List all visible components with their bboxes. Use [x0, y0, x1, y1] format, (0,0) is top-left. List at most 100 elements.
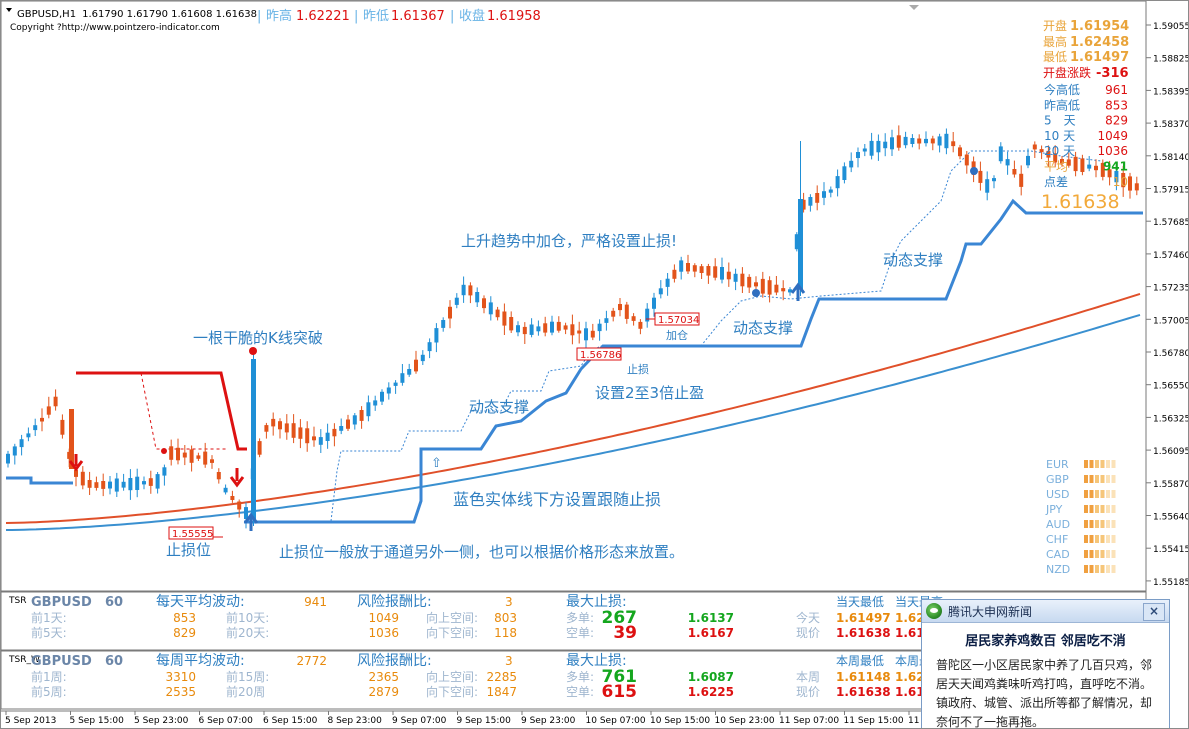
strength-bar [1095, 520, 1099, 528]
candle-body [890, 137, 894, 150]
candle-body [332, 428, 337, 437]
candle-body [536, 326, 541, 332]
strength-bar [1084, 565, 1088, 573]
panel-right-value: 1.61148 [836, 670, 891, 684]
panel-avg-label: 每天平均波动: [156, 594, 245, 610]
trading-terminal-window: 1.59055 1.58825 1.58395 1.58370 1.58140 1.579… [0, 0, 1189, 729]
candle-body [169, 446, 174, 460]
annotation-uptrend: 上升趋势中加仓，严格设置止损! [461, 232, 677, 250]
candle-body [407, 369, 412, 375]
popup-close-button[interactable]: × [1143, 603, 1165, 621]
info-row-label: 10 天 [1044, 129, 1075, 143]
panel-long-price: 1.6087 [688, 670, 734, 684]
candle-body [828, 189, 833, 193]
strength-bar [1106, 520, 1110, 528]
info-open-value: 1.61954 [1070, 19, 1129, 34]
strength-bar [1111, 535, 1116, 543]
candle-body [597, 323, 602, 332]
popup-headline[interactable]: 居民家养鸡数百 邻居吃不消 [922, 630, 1169, 649]
panel-avg-value: 2772 [296, 654, 327, 668]
currency-label: CHF [1046, 533, 1068, 546]
price-tick-label: 1.57235 [1153, 284, 1189, 294]
price-tick-label: 1.55415 [1153, 545, 1189, 555]
panel-right-label: 现价 [796, 685, 820, 699]
candle-body [482, 298, 486, 309]
candle-body [1019, 173, 1024, 187]
candle-body [108, 481, 112, 489]
candle-body [740, 273, 745, 287]
candle-body [930, 138, 935, 144]
currency-label: CAD [1046, 548, 1070, 561]
candle-body [883, 141, 888, 149]
stat-value-yesterday-low: 1.61367 [391, 9, 445, 24]
strength-bar [1106, 535, 1110, 543]
time-tick-label: 11 Sep 15:00 [844, 716, 904, 726]
candle-body [917, 138, 922, 144]
info-current-price: 1.61638 [1041, 191, 1120, 213]
strength-bar [1100, 460, 1105, 468]
strength-bar [1111, 520, 1116, 528]
candle-body [522, 326, 527, 335]
panel-stat-label: 前5周: [31, 684, 67, 699]
candle-body [189, 449, 194, 463]
info-change-label: 开盘涨跌 [1043, 65, 1091, 80]
price-tick-label: 1.58825 [1153, 55, 1189, 65]
info-row-label: 今高低 [1044, 82, 1080, 97]
panel-stat-label: 前5天: [31, 625, 67, 640]
panel-stat-label: 前20周 [226, 684, 265, 699]
panel-stat-value: 829 [173, 626, 196, 640]
popup-titlebar: 腾讯大申网新闻 × [922, 600, 1169, 623]
strength-bar [1095, 460, 1099, 468]
panel-right-value: 1.61638 [836, 685, 891, 699]
price-tick-label: 1.57685 [1153, 218, 1189, 228]
strength-bar [1095, 490, 1099, 498]
news-popup[interactable]: 腾讯大申网新闻 × 居民家养鸡数百 邻居吃不消 普陀区一小区居民家中养了几百只鸡… [921, 599, 1170, 728]
info-row-value: 829 [1105, 114, 1128, 128]
candle-body [257, 441, 262, 455]
panel-tag: TSR [8, 596, 26, 606]
candle-body [155, 474, 160, 489]
strength-bar [1100, 550, 1105, 558]
candle-body [896, 135, 901, 148]
signal-dot-2 [752, 289, 760, 297]
strength-bar [1089, 460, 1094, 468]
candle-body [40, 417, 44, 422]
price-tick-label: 1.59055 [1153, 22, 1189, 32]
candle-body [958, 147, 962, 157]
strength-bar [1089, 490, 1094, 498]
candle-body [380, 391, 384, 402]
candle-body [162, 467, 167, 476]
strength-bar [1106, 505, 1110, 513]
candle-body [182, 452, 187, 458]
svg-text:1.57034: 1.57034 [658, 315, 699, 326]
panel-right-label: 本周 [796, 670, 820, 684]
panel-stat-value: 1049 [368, 611, 399, 625]
panel-stat-value: 803 [494, 611, 517, 625]
svg-text:1.56786: 1.56786 [580, 350, 621, 361]
info-row-label: 20 天 [1044, 144, 1075, 158]
candle-body [1073, 156, 1078, 172]
candle-body [468, 285, 473, 296]
price-tick-label: 1.58395 [1153, 87, 1189, 97]
strength-bar [1106, 565, 1110, 573]
candle-body [278, 421, 282, 430]
candle-body [726, 271, 731, 280]
panel-stat-label: 前1天: [31, 610, 67, 625]
strength-bar [1095, 535, 1099, 543]
panel-rr-value: 3 [505, 595, 513, 609]
candle-body [692, 265, 697, 272]
candle-body [203, 451, 208, 465]
panel-rr-label: 风险报酬比: [357, 653, 432, 669]
panel-long-label: 多单: [566, 670, 594, 684]
candle-body [148, 478, 153, 486]
candle-body [543, 323, 548, 333]
candle-body [556, 321, 561, 331]
candle-body [951, 141, 956, 147]
candle-body [618, 304, 622, 311]
candle-body [862, 148, 867, 152]
candle-body [53, 396, 58, 407]
candle-body [706, 266, 711, 276]
strength-bar [1111, 505, 1116, 513]
strength-bar [1084, 460, 1088, 468]
price-tick-label: 1.56325 [1153, 414, 1189, 424]
